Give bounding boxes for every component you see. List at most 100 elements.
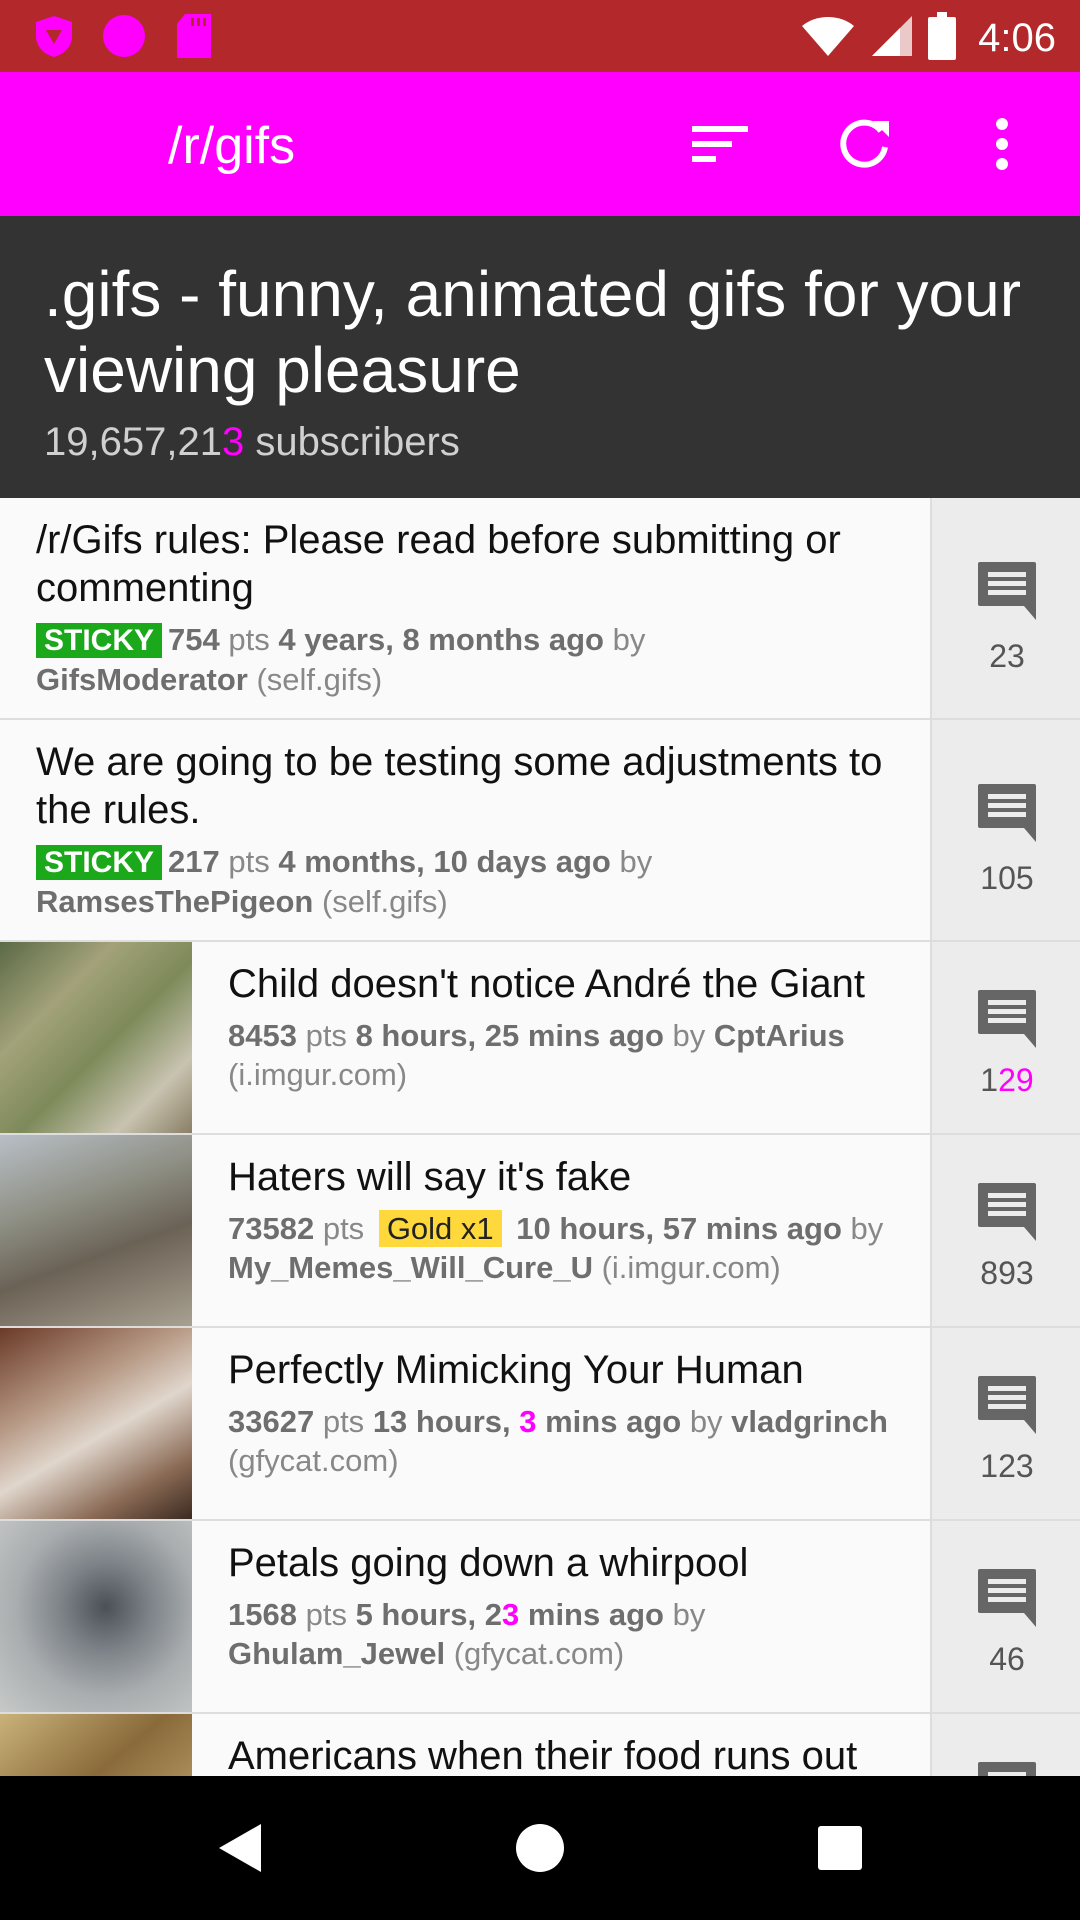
post-domain: (gfycat.com) — [445, 1636, 625, 1671]
post-item[interactable]: /r/Gifs rules: Please read before submit… — [0, 498, 1080, 720]
post-title[interactable]: Americans when their food runs out — [228, 1732, 930, 1776]
post-author[interactable]: GifsModerator — [36, 662, 248, 697]
comment-icon — [978, 562, 1036, 620]
post-title[interactable]: Petals going down a whirpool — [228, 1539, 930, 1587]
post-domain: (self.gifs) — [313, 884, 448, 919]
post-content[interactable]: Perfectly Mimicking Your Human 33627 pts… — [228, 1346, 930, 1480]
sort-button[interactable] — [684, 108, 756, 180]
post-content[interactable]: /r/Gifs rules: Please read before submit… — [36, 516, 930, 699]
post-thumbnail[interactable] — [0, 942, 192, 1133]
post-domain: (i.imgur.com) — [592, 1250, 781, 1285]
post-item[interactable]: Americans when their food runs out — [0, 1714, 1080, 1776]
comment-count: 23 — [989, 638, 1025, 674]
post-title[interactable]: Child doesn't notice André the Giant — [228, 960, 930, 1008]
post-author[interactable]: CptArius — [714, 1018, 845, 1053]
refresh-button[interactable] — [828, 108, 900, 180]
post-thumbnail[interactable] — [0, 1328, 192, 1519]
post-thumbnail[interactable] — [0, 1135, 192, 1326]
comment-count: 123 — [980, 1448, 1034, 1484]
gold-badge: Gold x1 — [378, 1210, 502, 1247]
comments-button[interactable]: 893 — [930, 1135, 1080, 1326]
comment-count: 129 — [980, 1062, 1034, 1098]
post-item[interactable]: Petals going down a whirpool 1568 pts 5 … — [0, 1521, 1080, 1714]
status-right-icons: 4:06 — [800, 12, 1056, 65]
post-age: 5 hours, 23 mins ago — [355, 1597, 664, 1632]
post-meta: 73582 pts Gold x1 10 hours, 57 mins ago … — [228, 1210, 884, 1285]
comments-button[interactable]: 46 — [930, 1521, 1080, 1712]
app-bar-title: /r/gifs — [168, 117, 296, 175]
back-icon — [219, 1824, 261, 1872]
more-options-button[interactable] — [966, 108, 1038, 180]
subreddit-description: .gifs - funny, animated gifs for your vi… — [44, 258, 1022, 406]
post-author[interactable]: RamsesThePigeon — [36, 884, 313, 919]
post-author[interactable]: Ghulam_Jewel — [228, 1636, 445, 1671]
app-bar: /r/gifs — [0, 72, 1080, 216]
post-title[interactable]: Haters will say it's fake — [228, 1153, 930, 1201]
comments-button[interactable]: 105 — [930, 720, 1080, 940]
comment-icon — [978, 1376, 1036, 1434]
post-item[interactable]: Child doesn't notice André the Giant 845… — [0, 942, 1080, 1135]
post-meta: 1568 pts 5 hours, 23 mins ago by Ghulam_J… — [228, 1597, 706, 1671]
post-domain: (gfycat.com) — [228, 1443, 399, 1478]
post-content[interactable]: We are going to be testing some adjustme… — [36, 738, 930, 921]
comments-button[interactable] — [930, 1714, 1080, 1776]
comments-button[interactable]: 23 — [930, 498, 1080, 718]
post-content[interactable]: Americans when their food runs out — [228, 1732, 930, 1776]
circle-icon — [102, 14, 146, 58]
post-item[interactable]: Perfectly Mimicking Your Human 33627 pts… — [0, 1328, 1080, 1521]
wifi-icon — [800, 14, 856, 63]
subscriber-count: 19,657,213 subscribers — [44, 420, 460, 464]
comment-icon — [978, 1183, 1036, 1241]
comment-icon — [978, 784, 1036, 842]
post-age: 4 years, 8 months ago — [278, 622, 604, 657]
recents-icon — [818, 1826, 862, 1870]
post-title[interactable]: /r/Gifs rules: Please read before submit… — [36, 516, 930, 612]
status-bar: 4:06 — [0, 0, 1080, 72]
sd-card-icon — [172, 14, 216, 58]
navigation-bar — [0, 1776, 1080, 1920]
comment-icon — [978, 990, 1036, 1048]
post-list[interactable]: /r/Gifs rules: Please read before submit… — [0, 498, 1080, 1776]
post-meta: 8453 pts 8 hours, 25 mins ago by CptAriu… — [228, 1018, 845, 1092]
post-age: 8 hours, 25 mins ago — [355, 1018, 664, 1053]
battery-icon — [928, 12, 957, 65]
post-age: 13 hours, 3 mins ago — [372, 1404, 682, 1439]
home-button[interactable] — [504, 1812, 576, 1884]
clock: 4:06 — [978, 16, 1056, 60]
post-content[interactable]: Petals going down a whirpool 1568 pts 5 … — [228, 1539, 930, 1673]
more-vert-icon — [996, 118, 1008, 170]
post-title[interactable]: Perfectly Mimicking Your Human — [228, 1346, 930, 1394]
post-title[interactable]: We are going to be testing some adjustme… — [36, 738, 930, 834]
back-button[interactable] — [204, 1812, 276, 1884]
post-author[interactable]: vladgrinch — [731, 1404, 888, 1439]
subreddit-header: .gifs - funny, animated gifs for your vi… — [0, 216, 1080, 498]
post-age: 10 hours, 57 mins ago — [516, 1211, 842, 1246]
post-domain: (self.gifs) — [247, 662, 383, 697]
post-meta: 33627 pts 13 hours, 3 mins ago by vladgr… — [228, 1404, 888, 1478]
post-thumbnail[interactable] — [0, 1521, 192, 1712]
recents-button[interactable] — [804, 1812, 876, 1884]
comment-icon — [978, 1569, 1036, 1627]
post-content[interactable]: Haters will say it's fake 73582 pts Gold… — [228, 1153, 930, 1287]
comment-count: 893 — [980, 1255, 1034, 1291]
refresh-icon — [840, 119, 889, 168]
comment-icon — [978, 1762, 1036, 1776]
comment-count: 46 — [989, 1641, 1025, 1677]
comments-button[interactable]: 123 — [930, 1328, 1080, 1519]
sticky-badge: STICKY — [36, 845, 163, 880]
status-left-icons — [32, 14, 216, 58]
post-meta: STICKY 754 pts 4 years, 8 months ago by G… — [36, 622, 646, 697]
sort-icon — [692, 126, 748, 162]
post-age: 4 months, 10 days ago — [278, 844, 611, 879]
post-domain: (i.imgur.com) — [228, 1057, 408, 1092]
post-meta: STICKY 217 pts 4 months, 10 days ago by R… — [36, 844, 653, 919]
post-item[interactable]: We are going to be testing some adjustme… — [0, 720, 1080, 942]
shield-icon — [32, 14, 76, 58]
post-thumbnail[interactable] — [0, 1714, 192, 1776]
comments-button[interactable]: 129 — [930, 942, 1080, 1133]
post-content[interactable]: Child doesn't notice André the Giant 845… — [228, 960, 930, 1094]
post-author[interactable]: My_Memes_Will_Cure_U — [228, 1250, 593, 1285]
home-icon — [516, 1824, 564, 1872]
post-item[interactable]: Haters will say it's fake 73582 pts Gold… — [0, 1135, 1080, 1328]
comment-count: 105 — [980, 860, 1034, 896]
